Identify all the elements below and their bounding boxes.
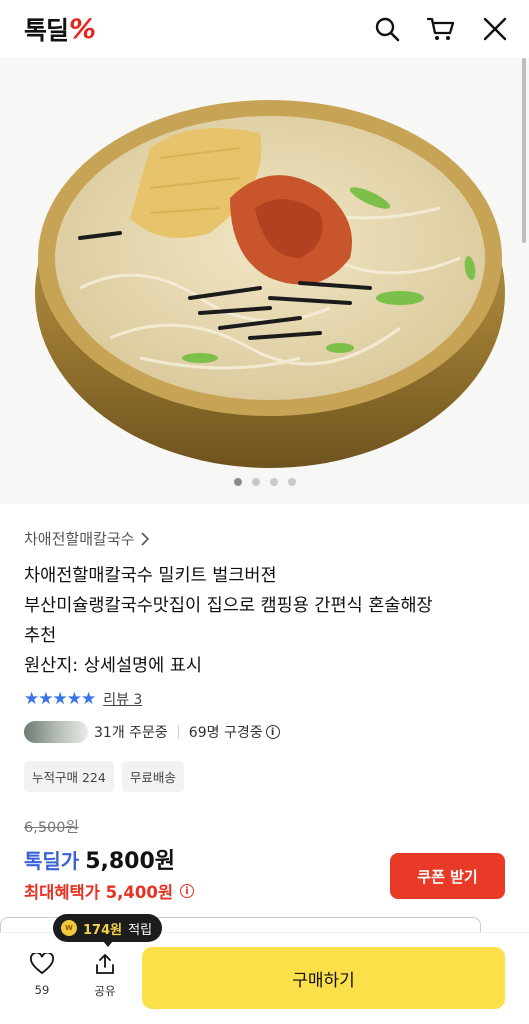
- gallery-dot[interactable]: [233, 478, 242, 486]
- star-rating-icon: ★★★★★: [24, 689, 96, 709]
- divider: [177, 725, 179, 739]
- tag-cumulative-purchases: 누적구매 224: [24, 761, 114, 792]
- title-line: 원산지: 상세설명에 표시: [24, 656, 203, 676]
- bottom-action-bar: 59 공유 구매하기: [0, 932, 529, 1024]
- search-icon[interactable]: [371, 13, 403, 45]
- gallery-dot[interactable]: [269, 478, 278, 486]
- header-actions: [371, 13, 511, 45]
- gallery-dot[interactable]: [287, 478, 296, 486]
- noodle-bowl-image: [35, 100, 505, 468]
- tag-free-shipping: 무료배송: [121, 761, 184, 792]
- deal-label: 톡딜가: [24, 849, 80, 873]
- share-button[interactable]: 공유: [85, 953, 125, 999]
- title-line: 차애전할매칼국수 밀키트 벌크버젼: [24, 566, 277, 586]
- logo-mark: %: [69, 13, 96, 45]
- reward-amount: 174원: [83, 922, 123, 938]
- social-proof: 31개 주문중 69명 구경중 i: [24, 721, 505, 743]
- buyer-avatars: [24, 721, 88, 743]
- product-tags: 누적구매 224 무료배송: [24, 761, 505, 792]
- store-name: 차애전할매칼국수: [24, 530, 135, 548]
- product-image-gallery[interactable]: [0, 58, 529, 504]
- share-label: 공유: [94, 984, 116, 998]
- max-benefit-price: 최대혜택가 5,400원: [24, 883, 174, 902]
- buy-button[interactable]: 구매하기: [142, 947, 505, 1009]
- gallery-pagination: [0, 478, 529, 486]
- deal-price: 5,800원: [85, 849, 176, 874]
- title-line: 부산미슐랭칼국수맛집이 집으로 캠핑용 간편식 혼술해장: [24, 596, 433, 616]
- orders-count: 31개 주문중: [94, 725, 168, 741]
- like-count: 59: [34, 983, 50, 997]
- info-icon[interactable]: i: [265, 725, 280, 739]
- like-button[interactable]: 59: [22, 953, 62, 997]
- chevron-right-icon: [141, 531, 150, 546]
- coupon-button[interactable]: 쿠폰 받기: [390, 853, 505, 899]
- info-icon[interactable]: i: [180, 884, 195, 898]
- share-icon: [96, 954, 114, 974]
- page-scrollbar[interactable]: [522, 58, 526, 243]
- top-header: 톡딜%: [0, 0, 529, 58]
- reward-tooltip: W 174원 적립: [53, 914, 163, 947]
- reward-suffix: 적립: [128, 922, 153, 938]
- original-price: 6,500원: [24, 820, 79, 836]
- talkdeal-logo[interactable]: 톡딜%: [24, 11, 96, 47]
- product-info: 차애전할매칼국수 차애전할매칼국수 밀키트 벌크버젼 부산미슐랭칼국수맛집이 집…: [0, 504, 529, 947]
- gallery-dot[interactable]: [251, 478, 260, 486]
- review-link[interactable]: 리뷰 3: [103, 689, 142, 709]
- heart-icon: [30, 953, 54, 975]
- close-icon[interactable]: [479, 13, 511, 45]
- product-title: 차애전할매칼국수 밀키트 벌크버젼 부산미슐랭칼국수맛집이 집으로 캠핑용 간편…: [24, 561, 505, 681]
- title-line: 추천: [24, 626, 57, 646]
- rating-row: ★★★★★ 리뷰 3: [24, 689, 505, 709]
- product-page: 톡딜% 차애전할매칼국수 차애전할매칼국수 밀키트 벌크버젼 부산미슐랭칼국수맛…: [0, 0, 529, 1024]
- store-breadcrumb[interactable]: 차애전할매칼국수: [24, 528, 505, 549]
- viewers-count: 69명 구경중: [188, 725, 263, 741]
- cart-icon[interactable]: [425, 13, 457, 45]
- logo-text: 톡딜: [24, 16, 69, 45]
- coin-icon: W: [61, 920, 77, 936]
